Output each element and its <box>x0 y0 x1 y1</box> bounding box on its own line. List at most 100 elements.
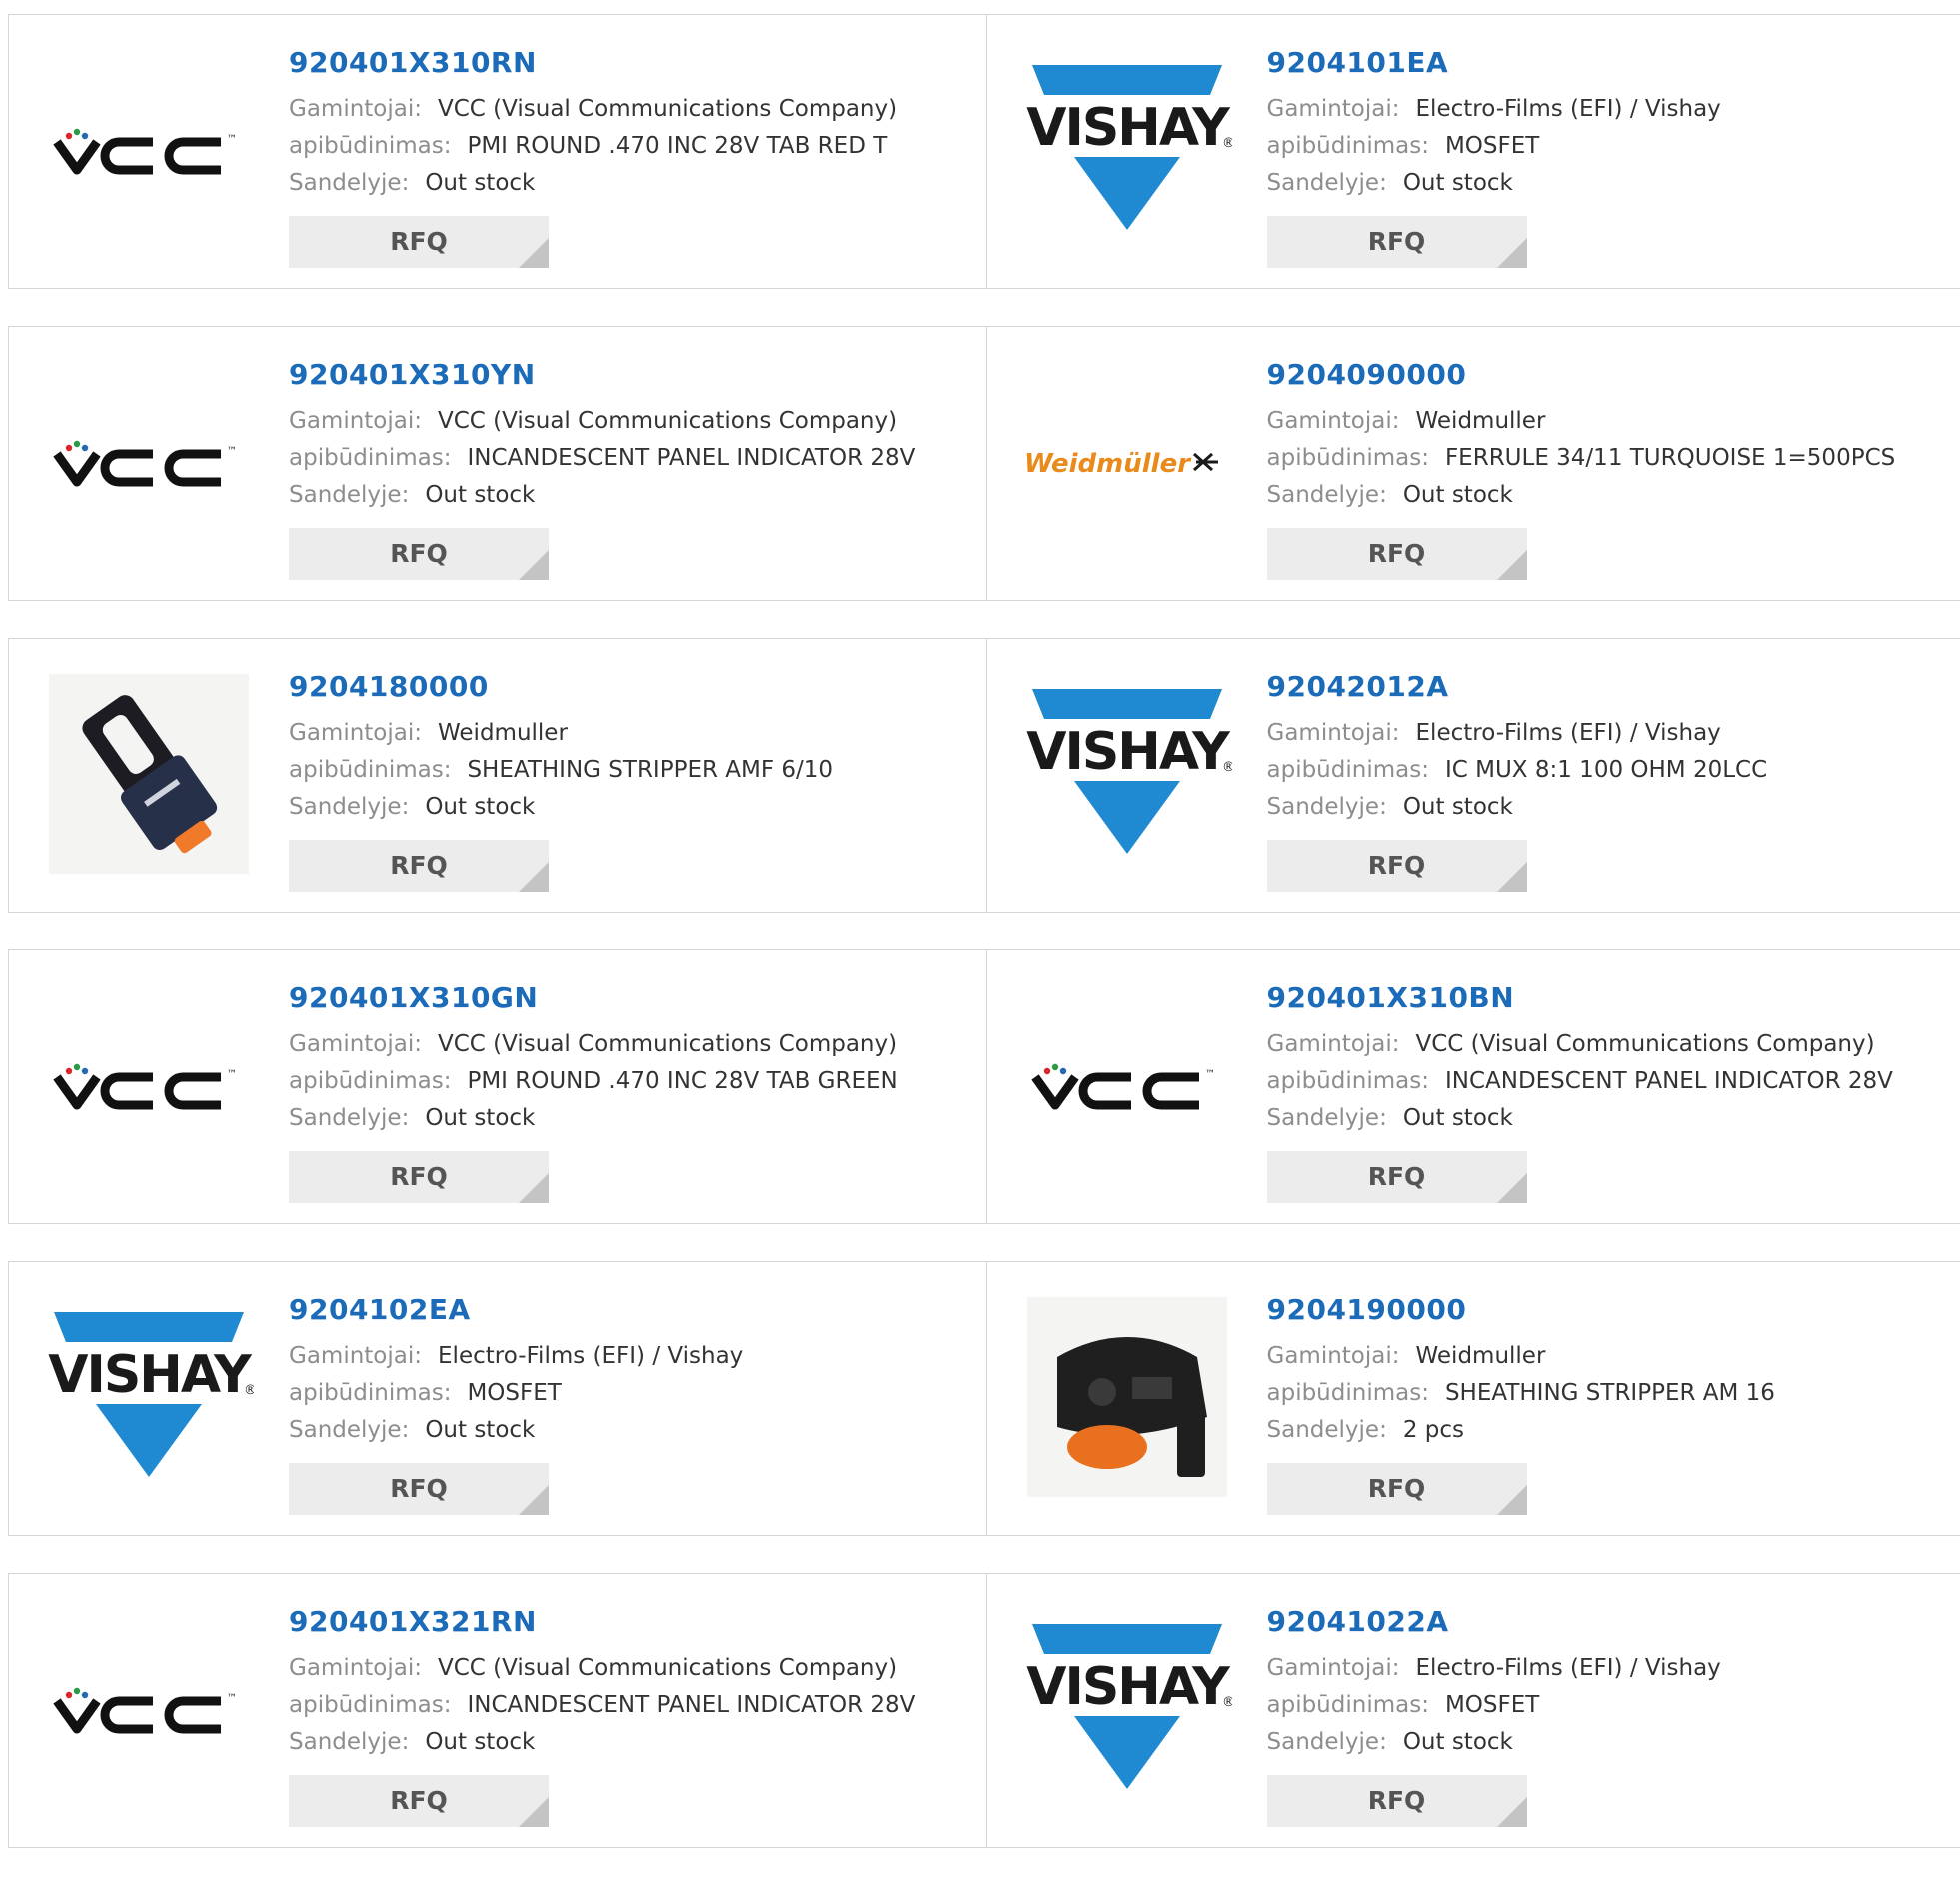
manufacturer-value: Weidmuller <box>1416 408 1546 434</box>
stock-label: Sandelyje: <box>289 1729 409 1755</box>
part-number-link[interactable]: 9204090000 <box>1267 357 1951 393</box>
manufacturer-line: Gamintojai:VCC (Visual Communications Co… <box>1267 1026 1951 1063</box>
svg-text:®: ® <box>1222 136 1232 151</box>
part-number-link[interactable]: 920401X310GN <box>289 980 977 1016</box>
manufacturer-logo[interactable]: ™ <box>1017 985 1237 1185</box>
stock-label: Sandelyje: <box>289 170 409 196</box>
vishay-logo: VISHAY ® <box>1022 65 1232 235</box>
description-label: apibūdinimas: <box>1267 1692 1429 1718</box>
stock-value: Out stock <box>425 794 535 820</box>
manufacturer-logo[interactable]: VISHAY ® <box>1017 1609 1237 1809</box>
manufacturer-line: Gamintojai:Electro-Films (EFI) / Vishay <box>1267 715 1951 752</box>
manufacturer-line: Gamintojai:Weidmuller <box>1267 403 1951 440</box>
manufacturer-logo[interactable]: ™ <box>39 362 259 562</box>
description-line: apibūdinimas:MOSFET <box>289 1375 977 1412</box>
description-line: apibūdinimas:INCANDESCENT PANEL INDICATO… <box>289 1687 977 1724</box>
vcc-tm-mark: ™ <box>227 446 237 457</box>
stock-line: Sandelyje:2 pcs <box>1267 1412 1951 1449</box>
stock-line: Sandelyje:Out stock <box>289 165 977 202</box>
manufacturer-label: Gamintojai: <box>1267 1343 1400 1369</box>
manufacturer-logo[interactable] <box>39 674 259 874</box>
product-card: ™ 920401X310YN Gamintojai:VCC (Visual Co… <box>9 327 986 600</box>
description-value: INCANDESCENT PANEL INDICATOR 28V <box>1445 1068 1893 1094</box>
stock-label: Sandelyje: <box>289 794 409 820</box>
stock-line: Sandelyje:Out stock <box>1267 165 1951 202</box>
svg-text:Weidmüller: Weidmüller <box>1024 449 1192 479</box>
part-number-link[interactable]: 920401X321RN <box>289 1604 977 1640</box>
product-row: ™ 920401X310RN Gamintojai:VCC (Visual Co… <box>8 14 1960 289</box>
part-number-link[interactable]: 92041022A <box>1267 1604 1951 1640</box>
stock-line: Sandelyje:Out stock <box>289 1724 977 1761</box>
corner-fold-icon <box>1497 1485 1527 1515</box>
rfq-button[interactable]: RFQ <box>1267 216 1527 268</box>
stock-line: Sandelyje:Out stock <box>289 477 977 514</box>
product-info: 920401X321RN Gamintojai:VCC (Visual Comm… <box>289 1604 977 1827</box>
stock-label: Sandelyje: <box>289 482 409 508</box>
rfq-button[interactable]: RFQ <box>289 1151 549 1203</box>
part-number-link[interactable]: 9204180000 <box>289 669 977 705</box>
vishay-logo: VISHAY ® <box>1022 1624 1232 1794</box>
rfq-label: RFQ <box>390 851 448 880</box>
part-number-link[interactable]: 920401X310YN <box>289 357 977 393</box>
manufacturer-value: VCC (Visual Communications Company) <box>438 1655 897 1681</box>
rfq-button[interactable]: RFQ <box>289 840 549 892</box>
corner-fold-icon <box>519 862 549 892</box>
description-label: apibūdinimas: <box>1267 1068 1429 1094</box>
vcc-tm-mark: ™ <box>1205 1069 1215 1080</box>
manufacturer-logo[interactable]: ™ <box>39 50 259 250</box>
product-card: Weidmüller 9204090000 Gamintojai:Weidmul… <box>986 327 1960 600</box>
description-label: apibūdinimas: <box>1267 757 1429 783</box>
rfq-button[interactable]: RFQ <box>1267 1775 1527 1827</box>
description-line: apibūdinimas:PMI ROUND .470 INC 28V TAB … <box>289 128 977 165</box>
description-value: MOSFET <box>1445 133 1539 159</box>
manufacturer-logo[interactable]: VISHAY ® <box>1017 50 1237 250</box>
description-value: PMI ROUND .470 INC 28V TAB RED T <box>467 133 887 159</box>
stripper-photo <box>49 674 249 874</box>
manufacturer-logo[interactable]: VISHAY ® <box>1017 674 1237 874</box>
description-line: apibūdinimas:SHEATHING STRIPPER AM 16 <box>1267 1375 1951 1412</box>
manufacturer-value: Weidmuller <box>438 720 568 746</box>
description-line: apibūdinimas:IC MUX 8:1 100 OHM 20LCC <box>1267 752 1951 789</box>
manufacturer-logo[interactable]: ™ <box>39 1609 259 1809</box>
rfq-button[interactable]: RFQ <box>289 1463 549 1515</box>
rfq-button[interactable]: RFQ <box>1267 1151 1527 1203</box>
rfq-button[interactable]: RFQ <box>1267 840 1527 892</box>
stock-value: Out stock <box>1403 1105 1513 1131</box>
product-info: 9204190000 Gamintojai:Weidmuller apibūdi… <box>1267 1292 1951 1515</box>
rfq-button[interactable]: RFQ <box>289 1775 549 1827</box>
description-value: MOSFET <box>467 1380 561 1406</box>
manufacturer-label: Gamintojai: <box>289 1343 422 1369</box>
part-number-link[interactable]: 9204102EA <box>289 1292 977 1328</box>
corner-fold-icon <box>1497 862 1527 892</box>
stock-label: Sandelyje: <box>1267 170 1387 196</box>
vishay-logo: VISHAY ® <box>1022 689 1232 859</box>
stock-value: Out stock <box>1403 794 1513 820</box>
svg-text:®: ® <box>1222 1695 1232 1710</box>
rfq-button[interactable]: RFQ <box>1267 1463 1527 1515</box>
part-number-link[interactable]: 920401X310RN <box>289 45 977 81</box>
description-value: INCANDESCENT PANEL INDICATOR 28V <box>467 445 915 471</box>
description-line: apibūdinimas:PMI ROUND .470 INC 28V TAB … <box>289 1063 977 1100</box>
manufacturer-logo[interactable]: ™ <box>39 985 259 1185</box>
part-number-link[interactable]: 920401X310BN <box>1267 980 1951 1016</box>
description-line: apibūdinimas:SHEATHING STRIPPER AMF 6/10 <box>289 752 977 789</box>
rfq-button[interactable]: RFQ <box>289 216 549 268</box>
part-number-link[interactable]: 9204101EA <box>1267 45 1951 81</box>
part-number-link[interactable]: 92042012A <box>1267 669 1951 705</box>
manufacturer-logo[interactable]: VISHAY ® <box>39 1297 259 1497</box>
corner-fold-icon <box>519 1173 549 1203</box>
manufacturer-logo[interactable] <box>1017 1297 1237 1497</box>
part-number-link[interactable]: 9204190000 <box>1267 1292 1951 1328</box>
rfq-button[interactable]: RFQ <box>289 528 549 580</box>
manufacturer-line: Gamintojai:VCC (Visual Communications Co… <box>289 1026 977 1063</box>
stock-value: 2 pcs <box>1403 1417 1464 1443</box>
manufacturer-label: Gamintojai: <box>289 1031 422 1057</box>
product-card: VISHAY ® 9204101EA Gamintojai:Electro-Fi… <box>986 15 1960 288</box>
stock-line: Sandelyje:Out stock <box>1267 477 1951 514</box>
manufacturer-line: Gamintojai:Weidmuller <box>1267 1338 1951 1375</box>
product-info: 9204090000 Gamintojai:Weidmuller apibūdi… <box>1267 357 1951 580</box>
stock-value: Out stock <box>1403 1729 1513 1755</box>
manufacturer-line: Gamintojai:Electro-Films (EFI) / Vishay <box>1267 91 1951 128</box>
rfq-button[interactable]: RFQ <box>1267 528 1527 580</box>
manufacturer-logo[interactable]: Weidmüller <box>1017 362 1237 562</box>
